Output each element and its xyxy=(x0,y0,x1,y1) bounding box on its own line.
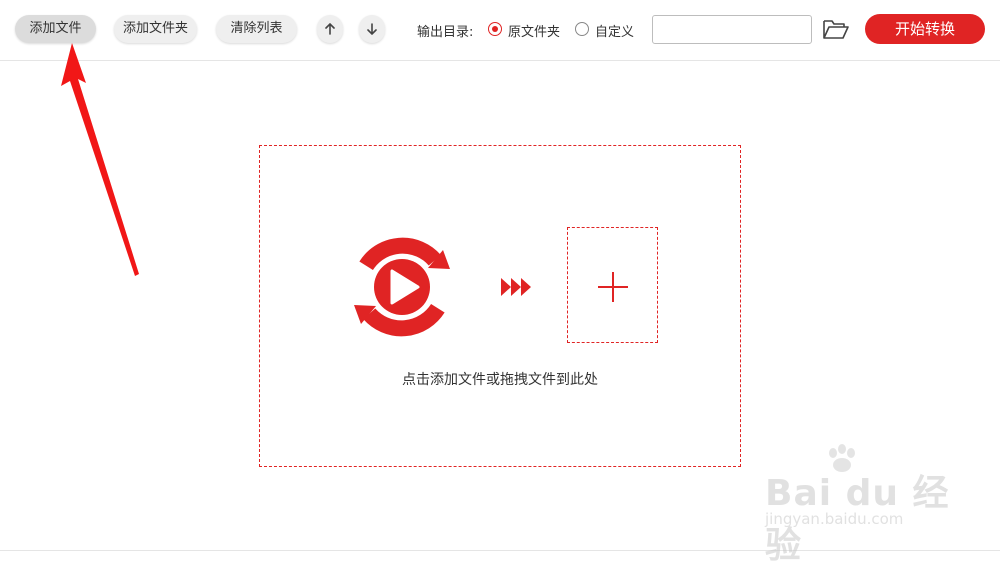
output-path-input[interactable] xyxy=(652,15,812,44)
annotation-arrow-icon xyxy=(61,43,139,276)
clear-list-button[interactable]: 清除列表 xyxy=(216,15,297,43)
output-dir-label: 输出目录: xyxy=(417,25,474,40)
arrow-up-icon xyxy=(325,23,335,35)
triple-chevron-icon xyxy=(501,278,531,296)
move-up-button[interactable] xyxy=(317,15,343,43)
arrow-down-icon xyxy=(367,23,377,35)
add-folder-button[interactable]: 添加文件夹 xyxy=(114,15,197,43)
baidu-watermark: Bai du 经验 jingyan.baidu.com xyxy=(765,444,985,566)
watermark-url: jingyan.baidu.com xyxy=(765,510,904,528)
folder-open-icon xyxy=(823,20,849,39)
drop-hint-text: 点击添加文件或拖拽文件到此处 xyxy=(402,372,598,388)
plus-icon xyxy=(598,272,628,302)
add-file-box[interactable] xyxy=(567,227,658,343)
video-convert-logo-icon xyxy=(354,237,450,337)
start-convert-button[interactable]: 开始转换 xyxy=(865,14,985,44)
radio-custom-label: 自定义 xyxy=(595,25,635,40)
radio-custom[interactable] xyxy=(575,22,589,36)
radio-source-folder[interactable] xyxy=(488,22,502,36)
file-drop-zone[interactable] xyxy=(259,145,741,467)
move-down-button[interactable] xyxy=(359,15,385,43)
browse-folder-button[interactable] xyxy=(822,18,850,42)
radio-source-folder-label: 原文件夹 xyxy=(508,25,561,40)
add-file-button[interactable]: 添加文件 xyxy=(15,15,96,43)
